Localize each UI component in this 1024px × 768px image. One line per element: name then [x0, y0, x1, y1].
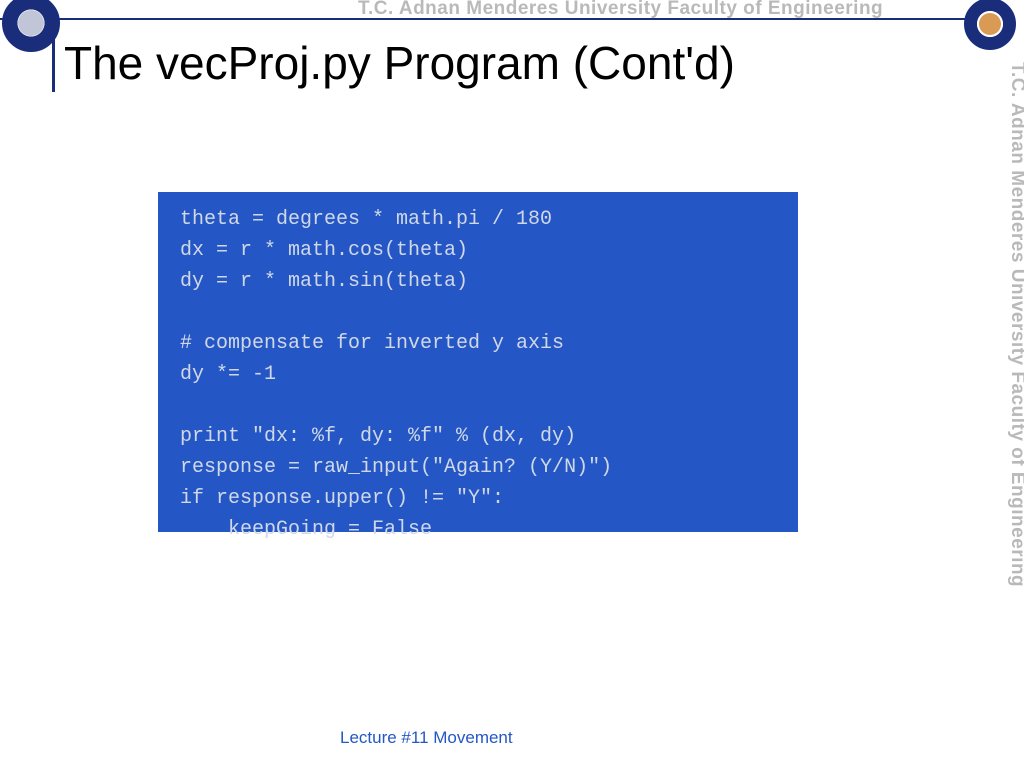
faculty-logo-right	[964, 0, 1016, 50]
header-org-text: T.C. Adnan Menderes University Faculty o…	[358, 0, 883, 20]
code-snippet: theta = degrees * math.pi / 180 dx = r *…	[158, 192, 798, 532]
slide-title: The vecProj.py Program (Cont'd)	[64, 36, 735, 90]
side-org-text: T.C. Adnan Menderes University Faculty o…	[1006, 62, 1024, 587]
title-accent-bar	[52, 38, 55, 92]
footer-lecture-label: Lecture #11 Movement	[340, 728, 513, 748]
